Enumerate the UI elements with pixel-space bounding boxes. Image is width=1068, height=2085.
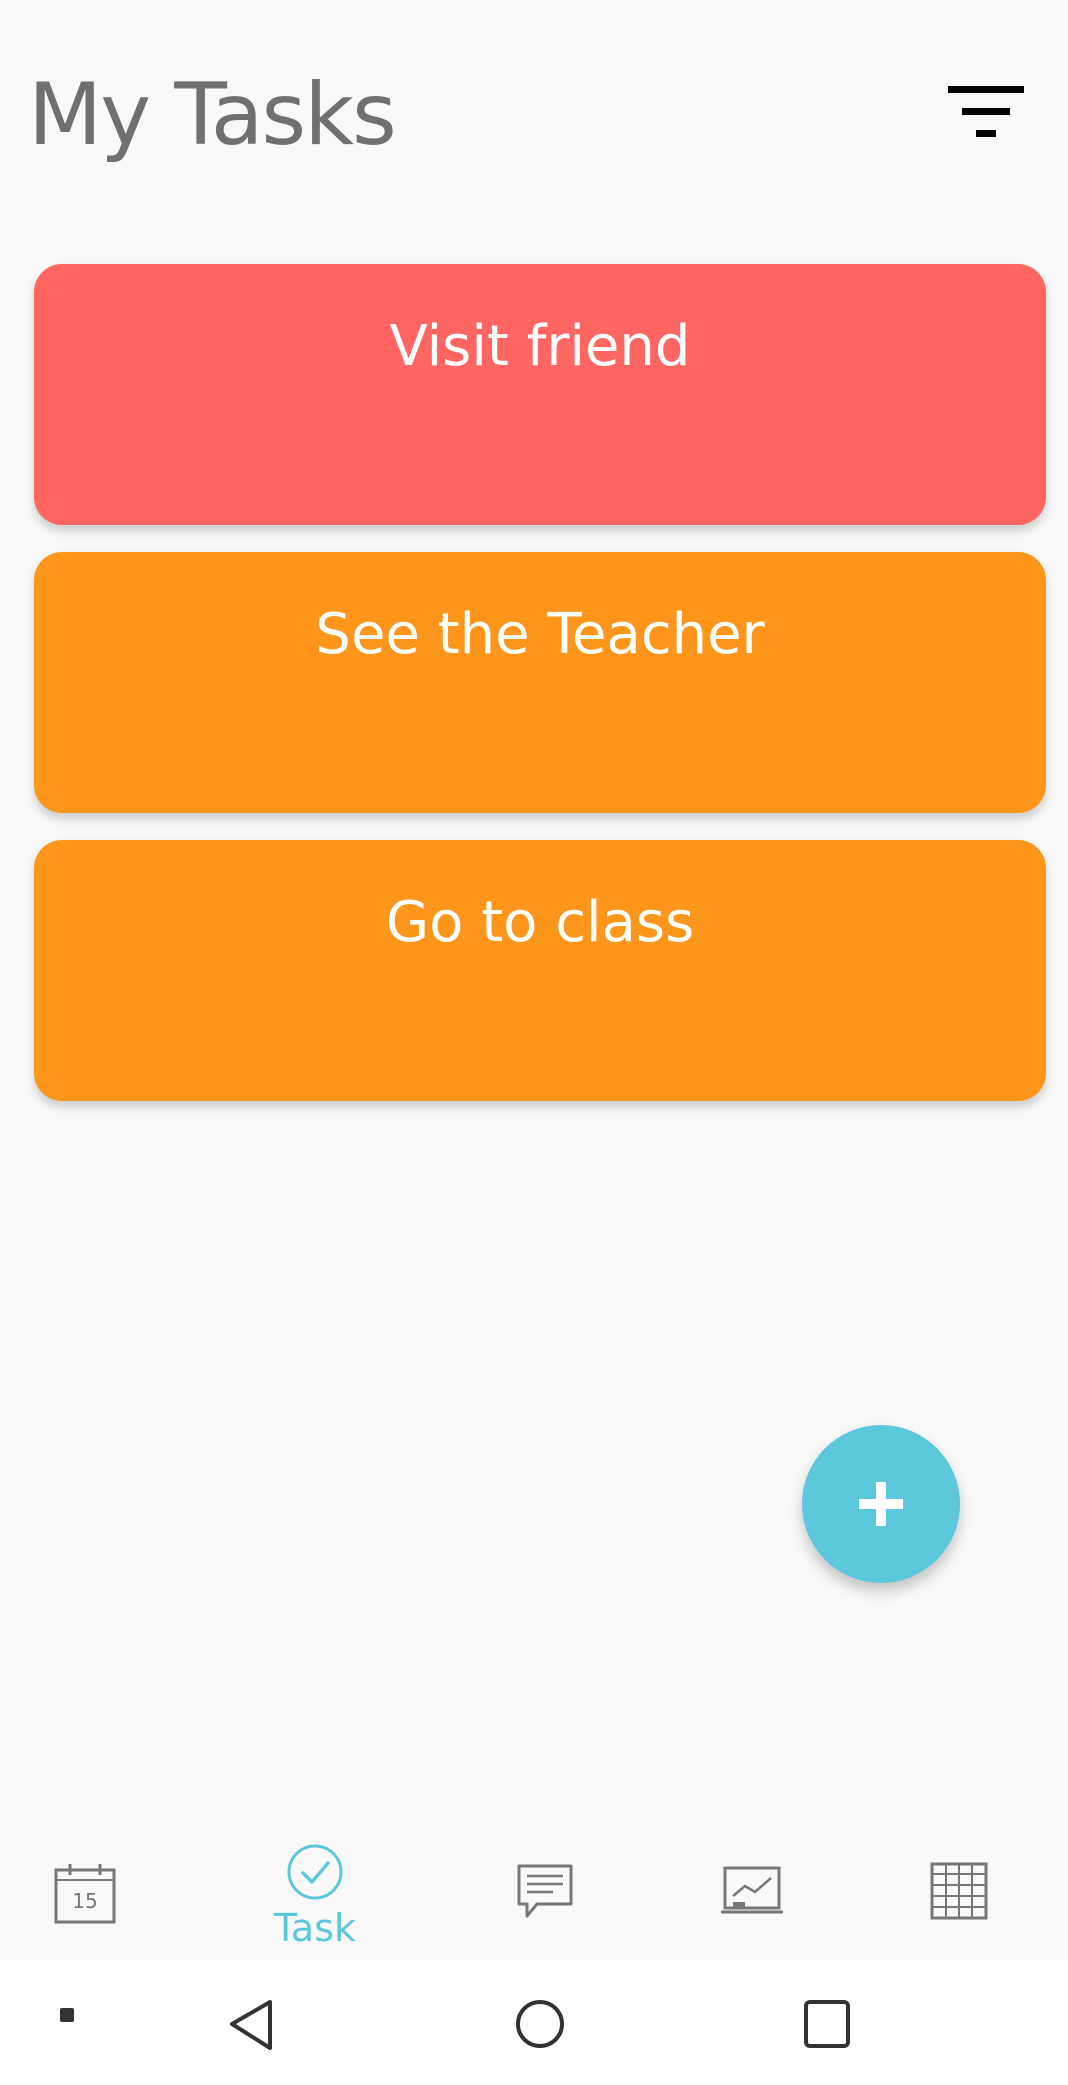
recents-dot-button[interactable] (52, 2000, 82, 2030)
task-title: Go to class (385, 890, 695, 955)
task-card[interactable]: Go to class (34, 840, 1046, 1101)
svg-text:15: 15 (72, 1889, 97, 1913)
bottom-navigation: 15 Task (0, 1810, 1068, 1960)
screen: My Tasks Visit friend See the Teacher Go… (0, 0, 1068, 2085)
nav-label-task: Task (273, 1906, 356, 1950)
system-navigation-bar (0, 1960, 1068, 2085)
page-title: My Tasks (28, 65, 397, 165)
table-grid-icon (930, 1862, 988, 1920)
task-title: See the Teacher (315, 602, 765, 667)
add-task-button[interactable] (802, 1425, 960, 1583)
task-card[interactable]: See the Teacher (34, 552, 1046, 813)
nav-item-task[interactable]: Task (245, 1810, 385, 1960)
back-icon (230, 2000, 272, 2050)
chart-board-icon (721, 1866, 783, 1914)
nav-item-chart[interactable] (686, 1810, 816, 1960)
back-button[interactable] (222, 1996, 282, 2056)
task-title: Visit friend (389, 314, 691, 379)
check-circle-icon (287, 1844, 343, 1900)
overview-button[interactable] (798, 1996, 858, 2056)
overview-icon (804, 2000, 850, 2048)
plus-icon (859, 1482, 903, 1526)
nav-item-table[interactable] (895, 1810, 1025, 1960)
task-card[interactable]: Visit friend (34, 264, 1046, 525)
filter-button[interactable] (940, 80, 1030, 150)
recents-dot-icon (60, 2008, 74, 2022)
nav-item-messages[interactable] (480, 1810, 610, 1960)
message-icon (517, 1864, 573, 1918)
filter-icon (948, 86, 1024, 137)
home-icon (516, 2000, 564, 2048)
nav-item-calendar[interactable]: 15 (20, 1810, 150, 1960)
calendar-icon: 15 (54, 1864, 116, 1924)
home-button[interactable] (510, 1996, 570, 2056)
